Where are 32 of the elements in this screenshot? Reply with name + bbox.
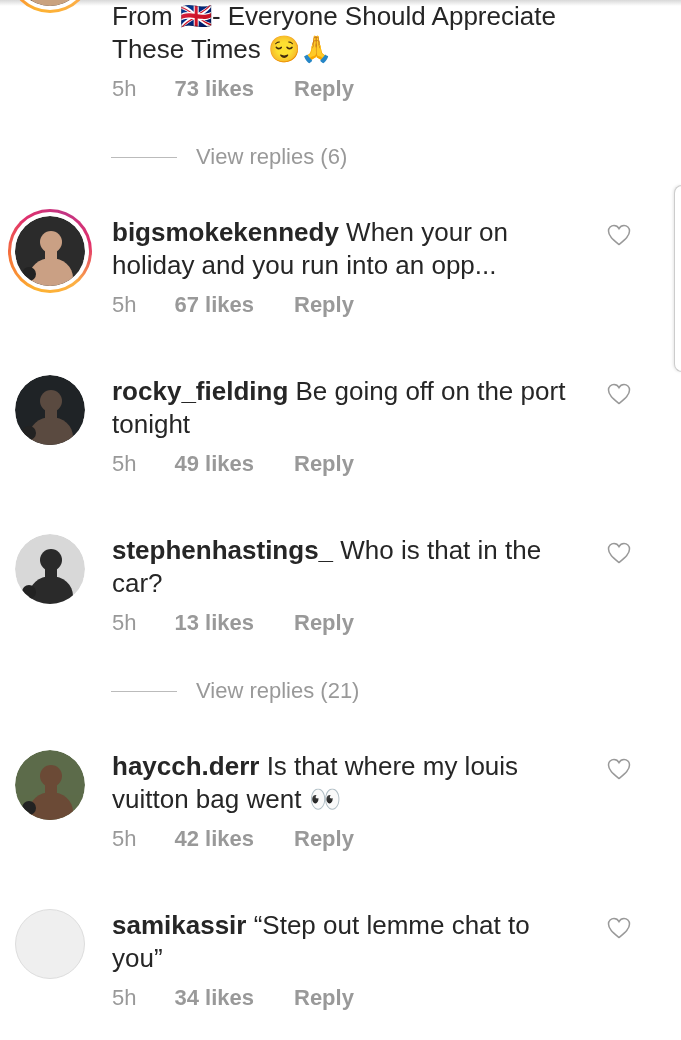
heart-icon[interactable] bbox=[607, 542, 631, 564]
reply-button[interactable]: Reply bbox=[294, 451, 354, 477]
heart-icon[interactable] bbox=[607, 383, 631, 405]
comment-time: 5h bbox=[112, 610, 137, 636]
heart-icon[interactable] bbox=[607, 917, 631, 939]
comment-time: 5h bbox=[112, 826, 137, 852]
comment-text: haycch.derr Is that where my louis vuitton bag went 👀 bbox=[112, 750, 520, 816]
reply-button[interactable]: Reply bbox=[294, 292, 354, 318]
likes-count[interactable]: 42 likes bbox=[174, 826, 254, 852]
comment-text: samikassir “Step out lemme chat to you” bbox=[112, 909, 531, 975]
likes-count[interactable]: 49 likes bbox=[174, 451, 254, 477]
comment-text: bigsmokekennedy When your on holiday and you run into an opp... bbox=[112, 216, 509, 282]
likes-count[interactable]: 73 likes bbox=[174, 76, 254, 102]
comment-time: 5h bbox=[112, 292, 137, 318]
heart-icon[interactable] bbox=[607, 224, 631, 246]
likes-count[interactable]: 13 likes bbox=[174, 610, 254, 636]
heart-icon[interactable] bbox=[607, 758, 631, 780]
comment-text: rocky_fielding Be going off on the port tonight bbox=[112, 375, 567, 441]
comment-time: 5h bbox=[112, 451, 137, 477]
view-replies-link[interactable]: View replies (6) bbox=[196, 144, 348, 170]
view-replies-link[interactable]: View replies (21) bbox=[196, 678, 360, 704]
reply-button[interactable]: Reply bbox=[294, 826, 354, 852]
reply-button[interactable]: Reply bbox=[294, 610, 354, 636]
reply-button[interactable]: Reply bbox=[294, 985, 354, 1011]
likes-count[interactable]: 67 likes bbox=[174, 292, 254, 318]
comment-text: stephenhastings_ Who is that in the car? bbox=[112, 534, 543, 600]
comment-time: 5h bbox=[112, 76, 137, 102]
comment-text: From 🇬🇧- Everyone Should Appreciate These Times 😌🙏 bbox=[112, 0, 557, 66]
side-panel-edge[interactable] bbox=[674, 185, 681, 372]
reply-button[interactable]: Reply bbox=[294, 76, 354, 102]
likes-count[interactable]: 34 likes bbox=[174, 985, 254, 1011]
comment-time: 5h bbox=[112, 985, 137, 1011]
